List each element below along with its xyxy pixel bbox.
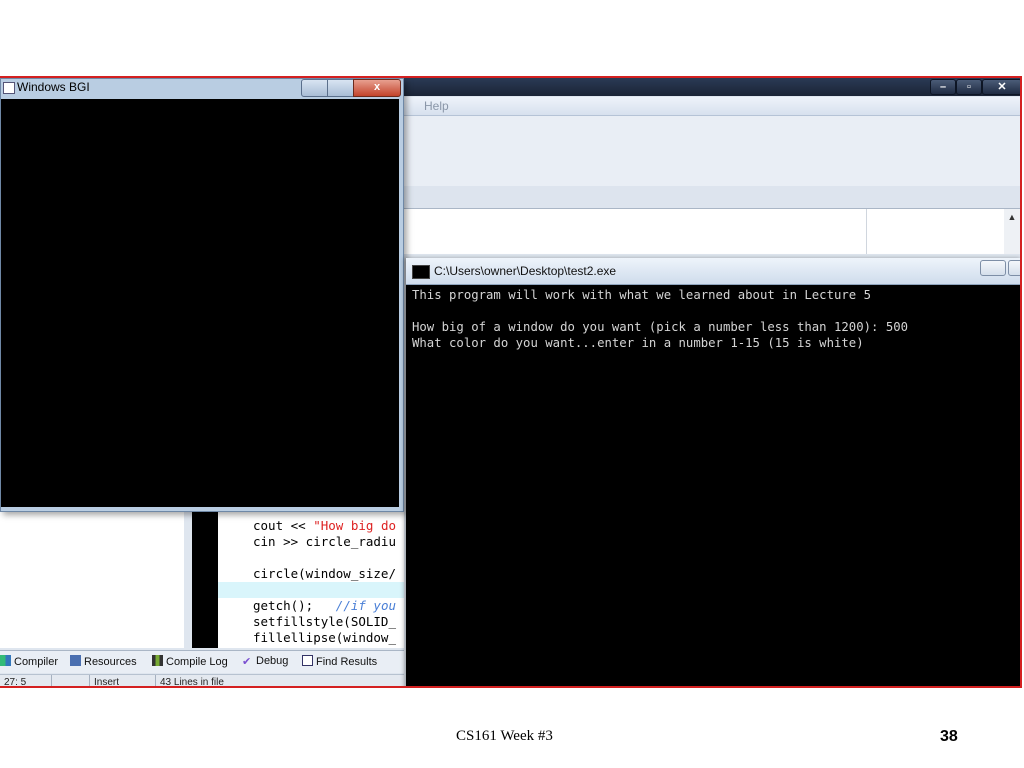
screenshot-frame: – ▫ ✕ Help ▲ cout << "How big do cin >> … (0, 76, 1022, 688)
ide-menubar: Help (404, 97, 1020, 116)
console-output[interactable]: This program will work with what we lear… (406, 285, 1020, 686)
console-line: How big of a window do you want (pick a … (412, 320, 909, 334)
checkmark-icon: ✔ (242, 656, 252, 668)
ide-toolbar (404, 116, 1020, 186)
scroll-up-arrow[interactable]: ▲ (1004, 209, 1020, 254)
editor-gutter (192, 508, 218, 648)
project-panel[interactable] (0, 508, 185, 648)
resources-icon (70, 655, 81, 666)
status-blank (52, 675, 90, 686)
code-line: getch(); //if you (253, 598, 397, 613)
bgi-close-button[interactable]: x (353, 79, 401, 97)
code-line: cout << "How big do (253, 518, 397, 533)
panel-splitter[interactable] (184, 508, 192, 648)
ide-toolbar-secondary (404, 186, 1020, 209)
status-cursor-position: 27: 5 (0, 675, 52, 686)
bgi-maximize-button[interactable] (327, 79, 355, 97)
tab-find-results[interactable]: Find Results (302, 655, 377, 668)
find-icon (302, 655, 313, 666)
slide-footer-title: CS161 Week #3 (456, 728, 553, 744)
ide-bottom-tabs: Compiler Resources Compile Log ✔ Debug Fi… (0, 650, 404, 673)
console-line: This program will work with what we lear… (412, 288, 872, 302)
compiler-icon (0, 655, 11, 666)
ide-statusbar: 27: 5 Insert 43 Lines in file (0, 674, 404, 688)
code-line: fillellipse(window_ (253, 630, 396, 645)
tab-compiler[interactable]: Compiler (0, 655, 58, 668)
ide-close-button[interactable]: ✕ (982, 79, 1020, 95)
compile-log-icon (152, 655, 163, 666)
bgi-window-title: Windows BGI (17, 80, 90, 94)
tab-debug[interactable]: ✔ Debug (242, 655, 288, 668)
ide-titlebar: – ▫ ✕ (404, 78, 1020, 96)
window-app-icon (3, 82, 15, 94)
slide-page-number: 38 (940, 728, 958, 745)
current-line-highlight (218, 582, 404, 598)
editor-divider (866, 209, 867, 254)
console-minimize-button[interactable] (980, 260, 1006, 276)
console-window-title: C:\Users\owner\Desktop\test2.exe (434, 264, 617, 278)
status-line-count: 43 Lines in file (160, 677, 224, 688)
bgi-graphics-canvas[interactable] (1, 99, 399, 507)
console-app-icon (412, 265, 430, 279)
code-line: setfillstyle(SOLID_ (253, 614, 396, 629)
ide-editor-area[interactable] (404, 209, 1020, 254)
tab-resources[interactable]: Resources (70, 655, 137, 668)
code-line: cin >> circle_radiu (253, 534, 396, 549)
ide-restore-button[interactable]: ▫ (956, 79, 982, 95)
status-mode: Insert (90, 675, 156, 686)
console-titlebar: C:\Users\owner\Desktop\test2.exe (406, 258, 1020, 285)
console-maximize-button[interactable] (1008, 260, 1020, 276)
titlebar-ghost-text (117, 82, 227, 94)
menu-help[interactable]: Help (424, 99, 449, 113)
bgi-minimize-button[interactable] (301, 79, 329, 97)
ide-minimize-button[interactable]: – (930, 79, 956, 95)
code-editor[interactable]: cout << "How big do cin >> circle_radiu … (218, 508, 404, 648)
code-line: circle(window_size/ (253, 566, 396, 581)
console-window[interactable]: C:\Users\owner\Desktop\test2.exe This pr… (406, 258, 1020, 686)
bgi-window[interactable]: Windows BGI x (0, 78, 404, 512)
console-line: What color do you want...enter in a numb… (412, 336, 864, 350)
tab-compile-log[interactable]: Compile Log (152, 655, 228, 668)
